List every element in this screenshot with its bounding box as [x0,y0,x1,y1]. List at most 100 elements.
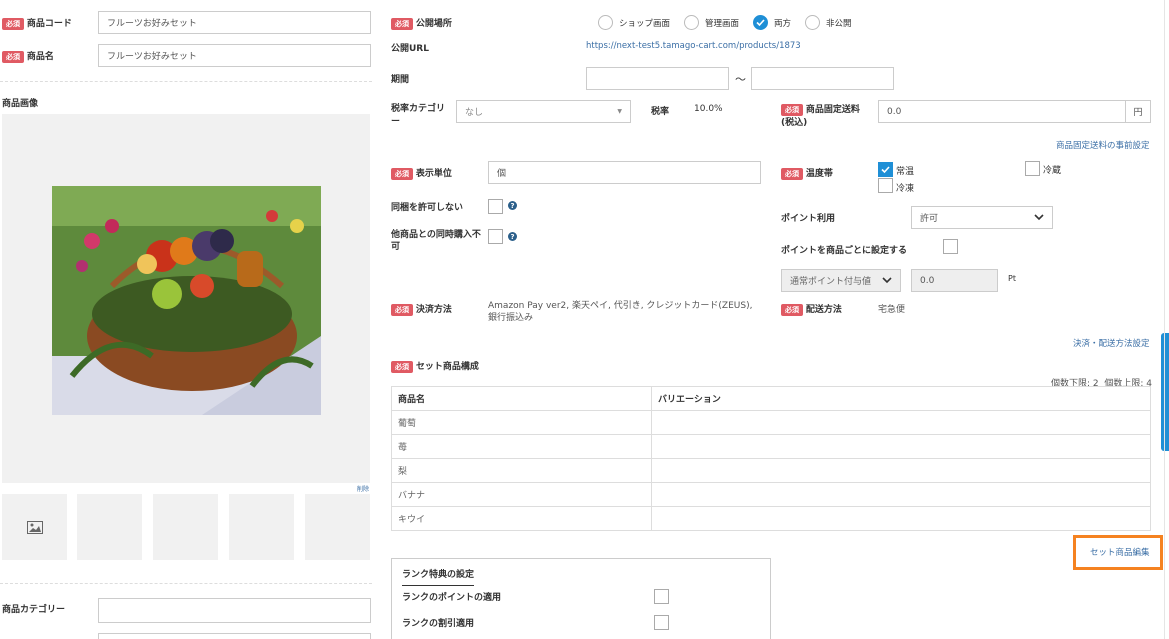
table-row: 梨 [391,458,1151,483]
product-name-cell: キウイ [391,506,652,531]
payment-label: 必須 決済方法 [391,302,452,316]
temperature-label: 必須 温度帯 [781,166,833,180]
product-code-label: 必須 商品コード [2,16,72,30]
image-icon [26,520,43,534]
temp-option-label: 冷凍 [896,184,915,194]
category-input[interactable] [98,598,371,623]
chevron-down-icon [1034,214,1044,221]
help-icon[interactable]: ? [508,201,517,210]
required-badge: 必須 [781,104,803,116]
right-edge-border [1164,0,1165,639]
radio-label: ショップ画面 [619,18,671,29]
delete-image-link[interactable]: 削除 [357,484,369,493]
public-url-link[interactable]: https://next-test5.tamago-cart.com/produ… [586,41,801,51]
required-badge: 必須 [2,51,24,63]
period-label: 期間 [391,75,410,85]
temp-option-label: 常温 [896,167,915,177]
period-separator: 〜 [735,73,746,86]
required-badge: 必須 [2,18,24,30]
tax-category-select[interactable]: なし ▼ [456,100,631,123]
product-name-cell: 葡萄 [391,410,652,435]
fixed-shipping-setting-link[interactable]: 商品固定送料の事前設定 [1056,139,1150,151]
product-name-cell: 苺 [391,434,652,459]
variation-cell [651,482,1151,507]
table-row: 苺 [391,434,1151,459]
variation-cell [651,434,1151,459]
set-edit-button[interactable]: セット商品編集 [1090,546,1150,558]
temp-normal-checkbox[interactable] [878,162,893,177]
radio-both[interactable] [753,15,769,30]
delivery-label: 必須 配送方法 [781,302,842,316]
fixed-shipping-label: 必須 商品固定送料(税込) [781,104,860,128]
thumbnail-slot[interactable] [305,494,370,560]
display-unit-input[interactable]: 個 [488,161,761,184]
delivery-value: 宅急便 [878,305,906,315]
required-badge: 必須 [781,168,803,180]
variation-cell [651,410,1151,435]
radio-private[interactable] [805,15,821,30]
point-unit: Pt [1008,274,1016,283]
help-icon[interactable]: ? [508,232,517,241]
product-name-label: 必須 商品名 [2,49,54,63]
temp-chilled-checkbox[interactable] [1025,161,1040,176]
next-field-input[interactable] [98,633,371,639]
variation-cell [651,458,1151,483]
thumbnail-slot[interactable] [2,494,67,560]
temp-option-label: 冷蔵 [1043,166,1062,176]
product-name-input[interactable]: フルーツお好みセット [98,44,371,67]
set-composition-label: 必須 セット商品構成 [391,359,479,373]
side-feedback-tab[interactable] [1161,333,1169,451]
rank-discount-label: ランクの割引適用 [402,619,475,629]
thumbnail-slot[interactable] [153,494,218,560]
point-type-select[interactable]: 通常ポイント付与値 [781,269,901,292]
select-value: 通常ポイント付与値 [790,277,872,287]
column-header: バリエーション [651,386,1151,411]
divider [0,81,372,82]
point-use-label: ポイント利用 [781,214,836,224]
required-badge: 必須 [391,18,413,30]
column-header: 商品名 [391,386,652,411]
check-icon [756,19,765,27]
radio-label: 非公開 [826,18,852,29]
no-simultaneous-checkbox[interactable] [488,229,503,244]
tax-category-label: 税率カテゴリー [391,104,446,127]
required-badge: 必須 [781,304,803,316]
product-image[interactable] [52,186,321,415]
radio-label: 両方 [774,18,792,29]
rank-points-checkbox[interactable] [654,589,669,604]
point-use-select[interactable]: 許可 [911,206,1053,229]
check-icon [881,166,890,174]
tax-rate-label: 税率 [651,107,670,117]
radio-shop[interactable] [598,15,613,30]
period-start-input[interactable] [586,67,729,90]
divider [0,583,372,584]
radio-admin[interactable] [684,15,700,30]
table-row: バナナ [391,482,1151,507]
table-row: 葡萄 [391,410,1151,435]
payment-delivery-setting-link[interactable]: 決済・配送方法設定 [1073,337,1150,349]
caret-down-icon: ▼ [617,108,622,115]
table-row: キウイ [391,506,1151,531]
no-bundle-checkbox[interactable] [488,199,503,214]
product-code-input[interactable]: フルーツお好みセット [98,11,371,34]
required-badge: 必須 [391,361,413,373]
point-value-input[interactable]: 0.0 [911,269,998,292]
fruit-basket-image [52,186,321,415]
fixed-shipping-unit: 円 [1125,100,1151,123]
temp-frozen-checkbox[interactable] [878,178,893,193]
fixed-shipping-input[interactable]: 0.0 [878,100,1126,123]
rank-discount-checkbox[interactable] [654,615,669,630]
variation-cell [651,506,1151,531]
chevron-down-icon [882,277,892,284]
rank-benefit-title: ランク特典の設定 [402,567,475,586]
display-unit-label: 必須 表示単位 [391,166,452,180]
point-per-product-checkbox[interactable] [943,239,958,254]
table-header-row: 商品名 バリエーション [391,386,1151,411]
period-end-input[interactable] [751,67,894,90]
thumbnail-slot[interactable] [229,494,294,560]
payment-methods: Amazon Pay ver2, 楽天ペイ, 代引き, クレジットカード(ZEU… [488,301,753,323]
no-simultaneous-label: 他商品との同時購入不可 [391,230,481,252]
select-value: なし [465,108,484,118]
required-badge: 必須 [391,168,413,180]
thumbnail-slot[interactable] [77,494,142,560]
